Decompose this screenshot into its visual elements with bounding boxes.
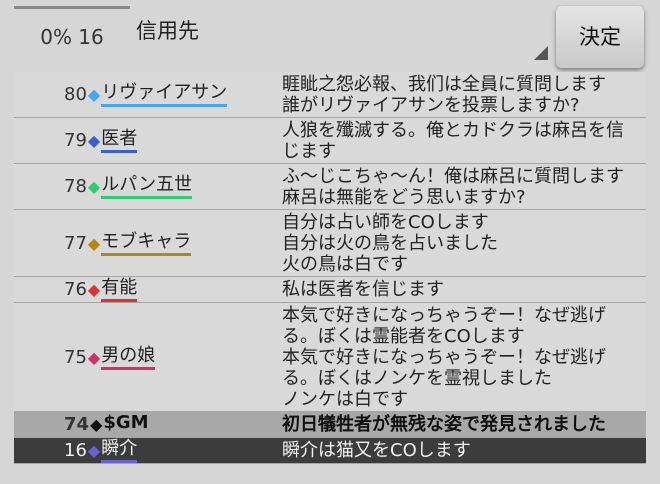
- log-row: 75 ◆ 男の娘 本気で好きになっちゃうぞー！なぜ逃げ る。ぼくは霊能者をCOします …: [14, 303, 646, 412]
- trust-target-label: 信用先: [136, 19, 199, 43]
- log-message: 人狼を殲滅する。俺とカドクラは麻呂を信 じます: [282, 120, 624, 162]
- diamond-icon: ◆: [87, 233, 101, 253]
- log-row: 77 ◆ モブキャラ 自分は占い師をCOします 自分は火の鳥を占いました 火の鳥は白で…: [14, 210, 646, 277]
- log-speaker[interactable]: 74 ◆ $GM: [14, 412, 282, 437]
- speaker-name: 瞬介: [101, 438, 138, 463]
- diamond-icon: ◆: [90, 415, 103, 434]
- log-speaker[interactable]: 79 ◆ 医者: [14, 118, 282, 163]
- log-message: 睚眦之怨必報、我们は全員に質問します 誰がリヴァイアサンを投票しますか?: [282, 74, 606, 116]
- log-speaker[interactable]: 16 ◆ 瞬介: [14, 438, 282, 463]
- log-speaker[interactable]: 78 ◆ ルパン五世: [14, 164, 282, 209]
- speaker-number: 77: [64, 232, 87, 254]
- trust-target-select[interactable]: 信用先: [134, 10, 550, 62]
- log-message: 瞬介は猫又をCOします: [282, 440, 471, 461]
- speaker-number: 16: [64, 440, 87, 461]
- speaker-number: 75: [64, 346, 87, 368]
- diamond-icon: ◆: [87, 131, 101, 150]
- log-row: 78 ◆ ルパン五世 ふ～じこちゃ～ん！俺は麻呂に質問します 麻呂は無能をどう思います…: [14, 164, 646, 210]
- log-message: 本気で好きになっちゃうぞー！なぜ逃げ る。ぼくは霊能者をCOします 本気で好きに…: [282, 305, 606, 410]
- speaker-name: モブキャラ: [101, 231, 192, 256]
- speaker-number: 78: [64, 176, 87, 197]
- log-speaker[interactable]: 80 ◆ リヴァイアサン: [14, 72, 282, 117]
- speaker-number: 74: [64, 414, 90, 435]
- speaker-name: リヴァイアサン: [101, 82, 228, 107]
- log-message: ふ～じこちゃ～ん！俺は麻呂に質問します 麻呂は無能をどう思いますか?: [282, 166, 624, 208]
- log-message: 私は医者を信じます: [282, 279, 444, 300]
- log-row: 79 ◆ 医者 人狼を殲滅する。俺とカドクラは麻呂を信 じます: [14, 118, 646, 164]
- diamond-icon: ◆: [87, 177, 101, 196]
- diamond-icon: ◆: [87, 441, 101, 460]
- speaker-number: 80: [64, 84, 87, 105]
- log-row: 74 ◆ $GM 初日犠牲者が無残な姿で発見されました: [14, 412, 646, 438]
- chat-log[interactable]: 80 ◆ リヴァイアサン 睚眦之怨必報、我们は全員に質問します 誰がリヴァイアサンを投…: [14, 72, 646, 464]
- log-row: 16 ◆ 瞬介 瞬介は猫又をCOします: [14, 438, 646, 464]
- diamond-icon: ◆: [87, 280, 101, 299]
- speaker-name: $GM: [103, 412, 149, 433]
- dropdown-corner-icon: [534, 46, 548, 60]
- diamond-icon: ◆: [87, 85, 101, 104]
- vote-counter: 0% 16: [14, 6, 130, 66]
- speaker-number: 76: [64, 279, 87, 300]
- speaker-name: 有能: [101, 277, 138, 302]
- log-message: 自分は占い師をCOします 自分は火の鳥を占いました 火の鳥は白です: [282, 212, 498, 275]
- speaker-number: 79: [64, 130, 87, 151]
- log-speaker[interactable]: 77 ◆ モブキャラ: [14, 210, 282, 276]
- diamond-icon: ◆: [87, 347, 101, 367]
- log-speaker[interactable]: 75 ◆ 男の娘: [14, 303, 282, 411]
- log-speaker[interactable]: 76 ◆ 有能: [14, 277, 282, 302]
- speaker-name: ルパン五世: [101, 174, 193, 199]
- log-row: 76 ◆ 有能 私は医者を信じます: [14, 277, 646, 303]
- top-bar: 0% 16 信用先 決定: [0, 0, 660, 72]
- decide-button[interactable]: 決定: [556, 6, 644, 68]
- speaker-name: 男の娘: [101, 345, 156, 370]
- log-message: 初日犠牲者が無残な姿で発見されました: [282, 414, 606, 435]
- speaker-name: 医者: [101, 128, 138, 153]
- log-row: 80 ◆ リヴァイアサン 睚眦之怨必報、我们は全員に質問します 誰がリヴァイアサンを投…: [14, 72, 646, 118]
